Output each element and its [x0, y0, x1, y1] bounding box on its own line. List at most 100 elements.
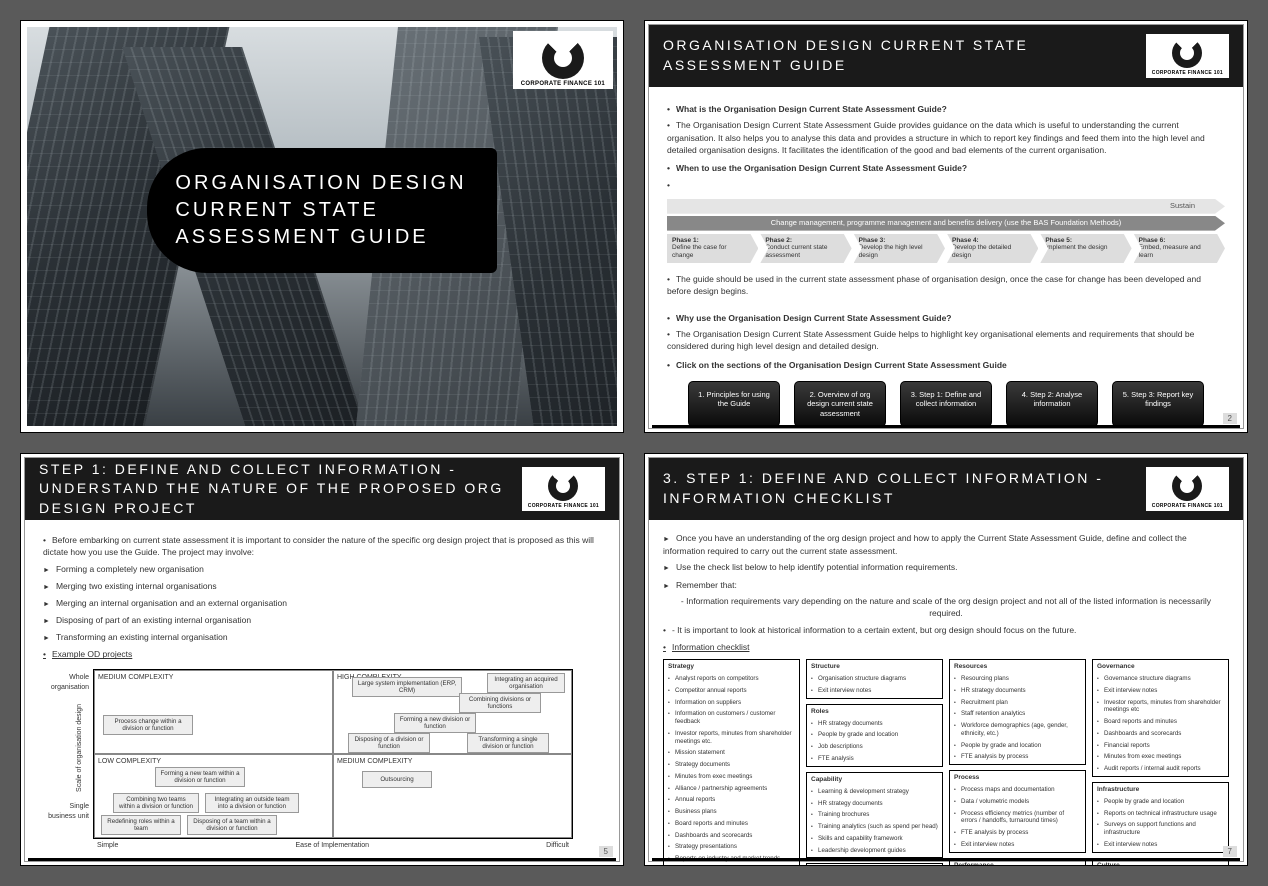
- checklist-item: Minutes from exec meetings: [668, 773, 795, 781]
- nav-button[interactable]: 3. Step 1: Define and collect informatio…: [900, 381, 992, 427]
- y-axis-bottom: Single business unit: [43, 802, 89, 822]
- click-instruction: Click on the sections of the Organisatio…: [667, 359, 1225, 371]
- quad-label-bl: LOW COMPLEXITY: [98, 757, 161, 767]
- checklist-box: RolesHR strategy documentsPeople by grad…: [806, 704, 943, 767]
- checklist-grid: Strategy Analyst reports on competitors Co…: [663, 659, 1229, 866]
- bullet-use-checklist: Use the check list below to help identif…: [663, 561, 1229, 574]
- checklist-item: HR strategy documents: [954, 687, 1081, 695]
- checklist-item: Training brochures: [811, 811, 938, 819]
- phase-arrow: Phase 1:Define the case for change: [667, 234, 758, 263]
- checklist-item: Learning & development strategy: [811, 788, 938, 796]
- phase-arrow: Phase 3:Develop the high level design: [854, 234, 945, 263]
- checklist-category-heading: Resources: [954, 663, 1081, 671]
- brand-logo-box: CORPORATE FINANCE 101: [1146, 467, 1229, 511]
- brand-name: CORPORATE FINANCE 101: [521, 81, 605, 87]
- quad-box: Disposing of a team within a division or…: [187, 815, 277, 835]
- checklist-item: Workforce demographics (age, gender, eth…: [954, 722, 1081, 738]
- bullet-remember: Remember that:: [663, 579, 1229, 592]
- project-type-bullet: Transforming an existing internal organi…: [43, 631, 601, 644]
- quad-box: Outsourcing: [362, 771, 432, 788]
- checklist-category-heading: Governance: [1097, 663, 1224, 671]
- nav-button[interactable]: 2. Overview of org design current state …: [794, 381, 886, 427]
- checklist-item: Exit interview notes: [1097, 687, 1224, 695]
- slide-1-cover: CORPORATE FINANCE 101 ORGANISATION DESIG…: [20, 20, 624, 433]
- answer-when: The guide should be used in the current …: [667, 273, 1225, 298]
- nav-button[interactable]: 1. Principles for using the Guide: [688, 381, 780, 427]
- checklist-item: Governance structure diagrams: [1097, 675, 1224, 683]
- checklist-item: Organisation structure diagrams: [811, 675, 938, 683]
- quad-box: Integrating an acquired organisation: [487, 673, 565, 693]
- quad-box: Forming a new division or function: [394, 713, 476, 733]
- quad-box: Large system implementation (ERP, CRM): [352, 677, 462, 697]
- checklist-item: Data / volumetric models: [954, 798, 1081, 806]
- answer-what: The Organisation Design Current State As…: [667, 119, 1225, 156]
- sub-note-1: - Information requirements vary dependin…: [663, 595, 1229, 620]
- sub-note-2: - It is important to look at historical …: [663, 624, 1229, 636]
- checklist-category-heading: Strategy: [668, 663, 795, 671]
- nav-button[interactable]: 5. Step 3: Report key findings: [1112, 381, 1204, 427]
- logo-c-icon: [1172, 38, 1202, 68]
- checklist-column: Governance Governance structure diagrams E…: [1092, 659, 1229, 866]
- checklist-box: StructureOrganisation structure diagrams…: [806, 659, 943, 699]
- checklist-box: Process Process maps and documentation Dat…: [949, 770, 1086, 853]
- quad-box: Combining divisions or functions: [459, 693, 541, 713]
- sustain-bar: Sustain: [667, 199, 1225, 214]
- slide-2-overview: ORGANISATION DESIGN CURRENT STATE ASSESS…: [644, 20, 1248, 433]
- question-why: Why use the Organisation Design Current …: [667, 312, 1225, 324]
- checklist-item: Dashboards and scorecards: [1097, 730, 1224, 738]
- checklist-item: FTE analysis by process: [954, 753, 1081, 761]
- slide-header: ORGANISATION DESIGN CURRENT STATE ASSESS…: [649, 25, 1243, 87]
- phase-arrow: Phase 4:Develop the detailed design: [947, 234, 1038, 263]
- checklist-item: Leadership development guides: [811, 847, 938, 855]
- checklist-item: Exit interview notes: [1097, 841, 1224, 849]
- change-mgmt-bar: Change management, programme management …: [667, 216, 1225, 231]
- brand-logo-box: CORPORATE FINANCE 101: [522, 467, 605, 511]
- brand-name: CORPORATE FINANCE 101: [1152, 70, 1223, 76]
- slide-4-checklist: 3. STEP 1: DEFINE AND COLLECT INFORMATIO…: [644, 453, 1248, 866]
- checklist-item: Annual reports: [668, 796, 795, 804]
- checklist-item: Analyst reports on competitors: [668, 675, 795, 683]
- question-when: When to use the Organisation Design Curr…: [667, 162, 1225, 174]
- checklist-column: Strategy Analyst reports on competitors Co…: [663, 659, 800, 866]
- quad-box: Integrating an outside team into a divis…: [205, 793, 299, 813]
- checklist-box: Governance Governance structure diagrams E…: [1092, 659, 1229, 777]
- complexity-quadrant: MEDIUM COMPLEXITY Process change within …: [93, 669, 573, 839]
- checklist-box: Infrastructure People by grade and locati…: [1092, 782, 1229, 853]
- checklist-item: HR strategy documents: [811, 720, 938, 728]
- checklist-item: People by grade and location: [1097, 798, 1224, 806]
- checklist-item: Reports on technical infrastructure usag…: [1097, 810, 1224, 818]
- quad-box: Process change within a division or func…: [103, 715, 193, 735]
- phase-arrow: Phase 5:Implement the design: [1040, 234, 1131, 263]
- checklist-category-heading: Infrastructure: [1097, 786, 1224, 794]
- y-axis-label: Scale of organisation design: [75, 704, 85, 792]
- quad-label-br: MEDIUM COMPLEXITY: [337, 757, 412, 767]
- checklist-box: Strategy Analyst reports on competitors Co…: [663, 659, 800, 866]
- x-axis-left: Simple: [97, 841, 118, 851]
- phase-arrow: Phase 6:Embed, measure and learn: [1134, 234, 1225, 263]
- nav-button[interactable]: 4. Step 2: Analyse information: [1006, 381, 1098, 427]
- checklist-category-heading: Performance: [954, 862, 1081, 866]
- checklist-item: FTE analysis: [811, 755, 938, 763]
- checklist-item: FTE analysis by process: [954, 829, 1081, 837]
- brand-logo-box: CORPORATE FINANCE 101: [513, 31, 613, 89]
- checklist-item: Mission statement: [668, 749, 795, 757]
- logo-c-icon: [548, 471, 578, 501]
- phase-arrows: Phase 1:Define the case for change Phase …: [667, 234, 1225, 263]
- checklist-box: CapabilityLearning & development strateg…: [806, 772, 943, 859]
- checklist-item: Training analytics (such as spend per he…: [811, 823, 938, 831]
- checklist-item: Competitor annual reports: [668, 687, 795, 695]
- checklist-item: Board reports and minutes: [1097, 718, 1224, 726]
- checklist-item: Resourcing plans: [954, 675, 1081, 683]
- checklist-item: Business plans: [668, 808, 795, 816]
- logo-c-icon: [542, 37, 584, 79]
- checklist-column: Resources Resourcing plans HR strategy doc…: [949, 659, 1086, 866]
- checklist-item: Process efficiency metrics (number of er…: [954, 810, 1081, 826]
- slide-header: STEP 1: DEFINE AND COLLECT INFORMATION -…: [25, 458, 619, 520]
- checklist-item: Investor reports, minutes from sharehold…: [1097, 699, 1224, 715]
- checklist-item: People by grade and location: [811, 731, 938, 739]
- project-type-bullet: Forming a completely new organisation: [43, 563, 601, 576]
- checklist-item: Process maps and documentation: [954, 786, 1081, 794]
- checklist-item: Strategy documents: [668, 761, 795, 769]
- checklist-category-heading: Process: [954, 774, 1081, 782]
- checklist-item: Recruitment plan: [954, 699, 1081, 707]
